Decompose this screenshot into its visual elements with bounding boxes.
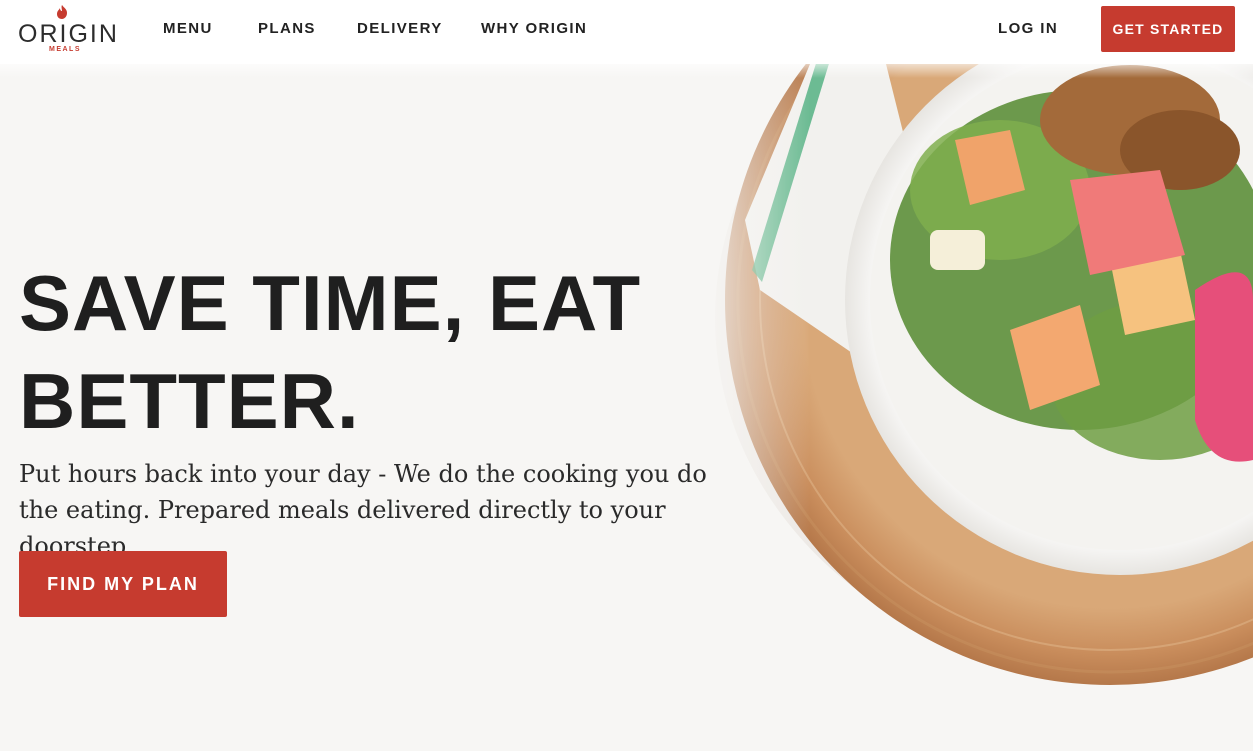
nav-why-origin[interactable]: WHY ORIGIN	[481, 20, 587, 37]
login-link[interactable]: LOG IN	[998, 20, 1058, 37]
find-my-plan-button[interactable]: FIND MY PLAN	[19, 551, 227, 617]
nav-delivery[interactable]: DELIVERY	[357, 20, 443, 37]
get-started-button[interactable]: GET STARTED	[1101, 6, 1235, 52]
nav-menu[interactable]: MENU	[163, 20, 213, 37]
logo-wordmark: ORIGIN	[18, 20, 119, 48]
hero-subcopy: Put hours back into your day - We do the…	[19, 460, 707, 560]
hero-headline: SAVE TIME, EAT BETTER.	[19, 259, 642, 445]
flame-icon	[57, 5, 67, 19]
logo-subtitle: MEALS	[49, 46, 81, 53]
nav-plans[interactable]: PLANS	[258, 20, 316, 37]
origin-meals-logo[interactable]: ORIGIN MEALS	[18, 4, 118, 56]
landing-page: ORIGIN MEALS MENU PLANS DELIVERY WHY ORI…	[0, 0, 1253, 751]
site-header: ORIGIN MEALS MENU PLANS DELIVERY WHY ORI…	[0, 0, 1253, 64]
